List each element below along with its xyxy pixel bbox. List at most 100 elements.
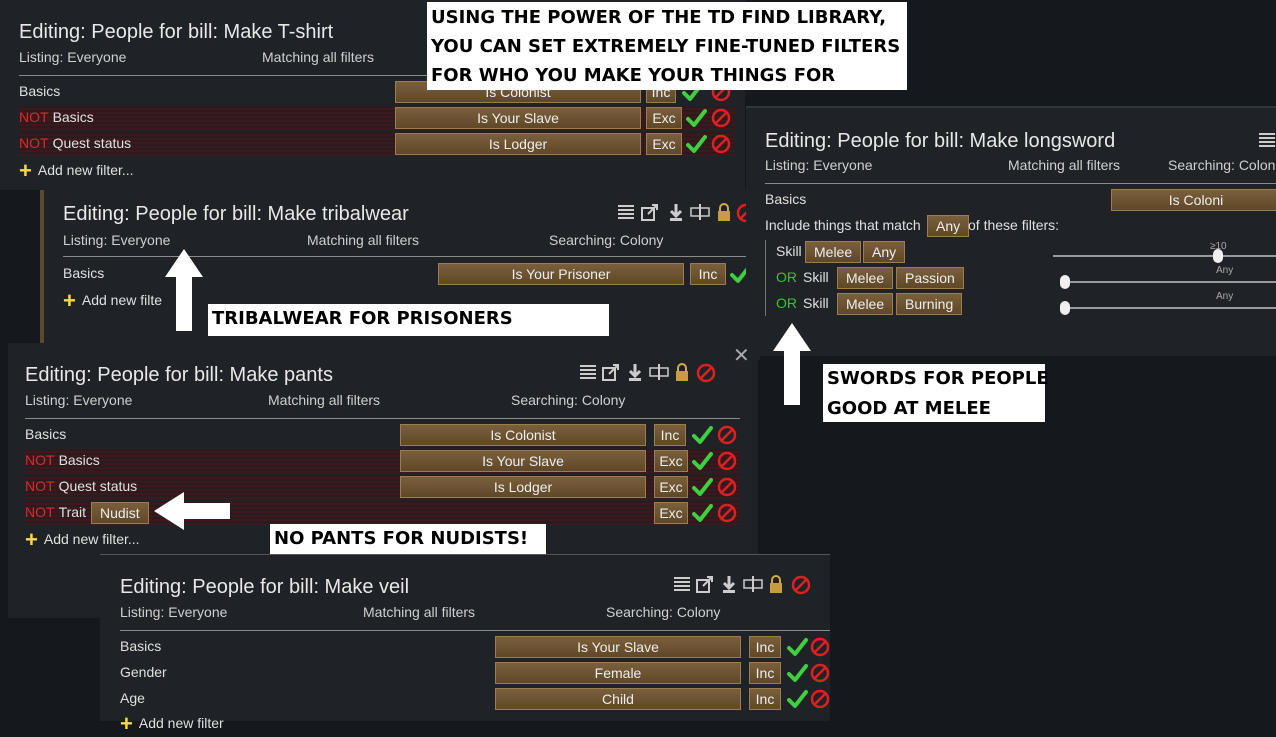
add-filter-label: Add new filter...	[43, 531, 140, 547]
slider-handle[interactable]	[1060, 301, 1070, 315]
filter-label-text: Quest status	[58, 478, 138, 494]
import-icon[interactable]	[666, 202, 686, 224]
slider-handle[interactable]	[1060, 275, 1070, 289]
skill-label: Skill	[776, 243, 802, 259]
skill-option-button[interactable]: Passion	[896, 267, 964, 289]
list-icon[interactable]	[578, 362, 598, 384]
add-filter-label: Add new filter	[138, 715, 224, 731]
or-label: OR	[776, 295, 797, 311]
trait-select-button[interactable]: Nudist	[91, 502, 149, 524]
skill-option-button[interactable]: Any	[863, 241, 906, 263]
delete-filter-icon[interactable]	[717, 503, 737, 523]
delete-filter-icon[interactable]	[810, 637, 830, 657]
close-icon[interactable]: ✕	[733, 343, 750, 368]
list-icon[interactable]	[672, 574, 692, 596]
include-row: Include things that match Any of these f…	[765, 214, 1276, 238]
check-icon[interactable]	[691, 502, 713, 524]
skill-select-button[interactable]: Melee	[837, 293, 894, 315]
filter-value-button[interactable]: Is Your Slave	[400, 450, 646, 472]
add-filter-button[interactable]: + Add new filter...	[25, 527, 140, 553]
skill-row: Skill Melee Any ≥10	[776, 240, 1276, 264]
rename-icon[interactable]	[649, 362, 669, 384]
not-label: NOT	[19, 109, 49, 125]
filter-row: NOT Trait Nudist Exc	[25, 501, 740, 525]
inc-exc-toggle[interactable]: Exc	[654, 450, 688, 472]
add-filter-button[interactable]: + Add new filter...	[19, 158, 134, 184]
lock-icon[interactable]	[672, 362, 692, 384]
skill-select-button[interactable]: Melee	[837, 267, 894, 289]
caption-line: USING THE POWER OF THE TD FIND LIBRARY,	[431, 7, 887, 28]
skill-slider[interactable]	[1060, 307, 1276, 309]
inc-exc-toggle[interactable]: Exc	[646, 107, 682, 129]
export-icon[interactable]	[640, 202, 660, 224]
export-icon[interactable]	[601, 362, 621, 384]
delete-filter-icon[interactable]	[717, 451, 737, 471]
skill-text: Skill	[803, 295, 829, 311]
inc-exc-toggle[interactable]: Inc	[749, 636, 781, 658]
inc-exc-toggle[interactable]: Inc	[690, 263, 726, 285]
add-filter-button[interactable]: + Add new filter	[120, 711, 224, 737]
import-icon[interactable]	[625, 362, 645, 384]
searching-label: Searching: Colony	[606, 604, 721, 620]
dialog-toolbar	[672, 574, 812, 596]
check-icon[interactable]	[786, 662, 808, 684]
lock-icon[interactable]	[766, 574, 786, 596]
check-icon[interactable]	[786, 636, 808, 658]
rename-icon[interactable]	[743, 574, 763, 596]
inc-exc-toggle[interactable]: Inc	[749, 688, 781, 710]
check-icon[interactable]	[685, 107, 707, 129]
matching-label: Matching all filters	[1008, 157, 1121, 173]
skill-slider[interactable]	[1060, 281, 1276, 283]
delete-filter-icon[interactable]	[717, 477, 737, 497]
inc-exc-toggle[interactable]: Inc	[749, 662, 781, 684]
delete-filter-icon[interactable]	[717, 425, 737, 445]
skill-option-button[interactable]: Burning	[896, 293, 963, 315]
group-bracket	[765, 240, 766, 316]
list-icon[interactable]	[1257, 130, 1276, 152]
filter-value-button[interactable]: Is Lodger	[400, 476, 646, 498]
filter-value-button[interactable]: Is Lodger	[395, 133, 641, 155]
inc-exc-toggle[interactable]: Exc	[654, 476, 688, 498]
skill-label: OR Skill	[776, 295, 829, 311]
filter-value-button[interactable]: Is Colonist	[400, 424, 646, 446]
check-icon[interactable]	[786, 688, 808, 710]
filter-label: Age	[120, 690, 145, 706]
delete-filter-icon[interactable]	[810, 663, 830, 683]
rename-icon[interactable]	[690, 202, 710, 224]
filter-value-button[interactable]: Child	[495, 688, 741, 710]
filter-value-button[interactable]: Is Coloni	[1111, 189, 1276, 211]
check-icon[interactable]	[691, 424, 713, 446]
matching-label: Matching all filters	[363, 604, 476, 620]
delete-filter-icon[interactable]	[810, 689, 830, 709]
inc-exc-toggle[interactable]: Exc	[646, 133, 682, 155]
import-icon[interactable]	[719, 574, 739, 596]
delete-icon[interactable]	[696, 362, 716, 384]
filter-value-button[interactable]: Is Your Slave	[395, 107, 641, 129]
not-label: NOT	[19, 135, 49, 151]
filter-row: Gender Female Inc	[120, 661, 830, 685]
delete-filter-icon[interactable]	[711, 134, 731, 154]
check-icon[interactable]	[691, 450, 713, 472]
export-icon[interactable]	[695, 574, 715, 596]
filter-value-button[interactable]: Is Your Slave	[495, 636, 741, 658]
caption-tribalwear: TRIBALWEAR FOR PRISONERS	[208, 304, 609, 336]
list-icon[interactable]	[616, 202, 636, 224]
delete-icon[interactable]	[791, 574, 811, 596]
skill-select-button[interactable]: Melee	[805, 241, 862, 263]
add-filter-button[interactable]: + Add new filte	[63, 288, 162, 314]
plus-icon: +	[25, 527, 38, 552]
inc-exc-toggle[interactable]: Exc	[654, 502, 688, 524]
filter-value-button[interactable]: Female	[495, 662, 741, 684]
filter-row: NOT Quest status Is Lodger Exc	[25, 475, 740, 499]
filter-value-button[interactable]: Is Your Prisoner	[438, 263, 684, 285]
dialog-toolbar	[616, 202, 756, 224]
check-icon[interactable]	[685, 133, 707, 155]
inc-exc-toggle[interactable]: Inc	[654, 424, 686, 446]
delete-filter-icon[interactable]	[711, 108, 731, 128]
filter-label-text: Basics	[52, 109, 94, 125]
match-mode-button[interactable]: Any	[927, 215, 970, 237]
not-label: NOT	[25, 504, 55, 520]
skill-slider[interactable]	[1053, 255, 1276, 257]
check-icon[interactable]	[691, 476, 713, 498]
lock-icon[interactable]	[714, 202, 734, 224]
